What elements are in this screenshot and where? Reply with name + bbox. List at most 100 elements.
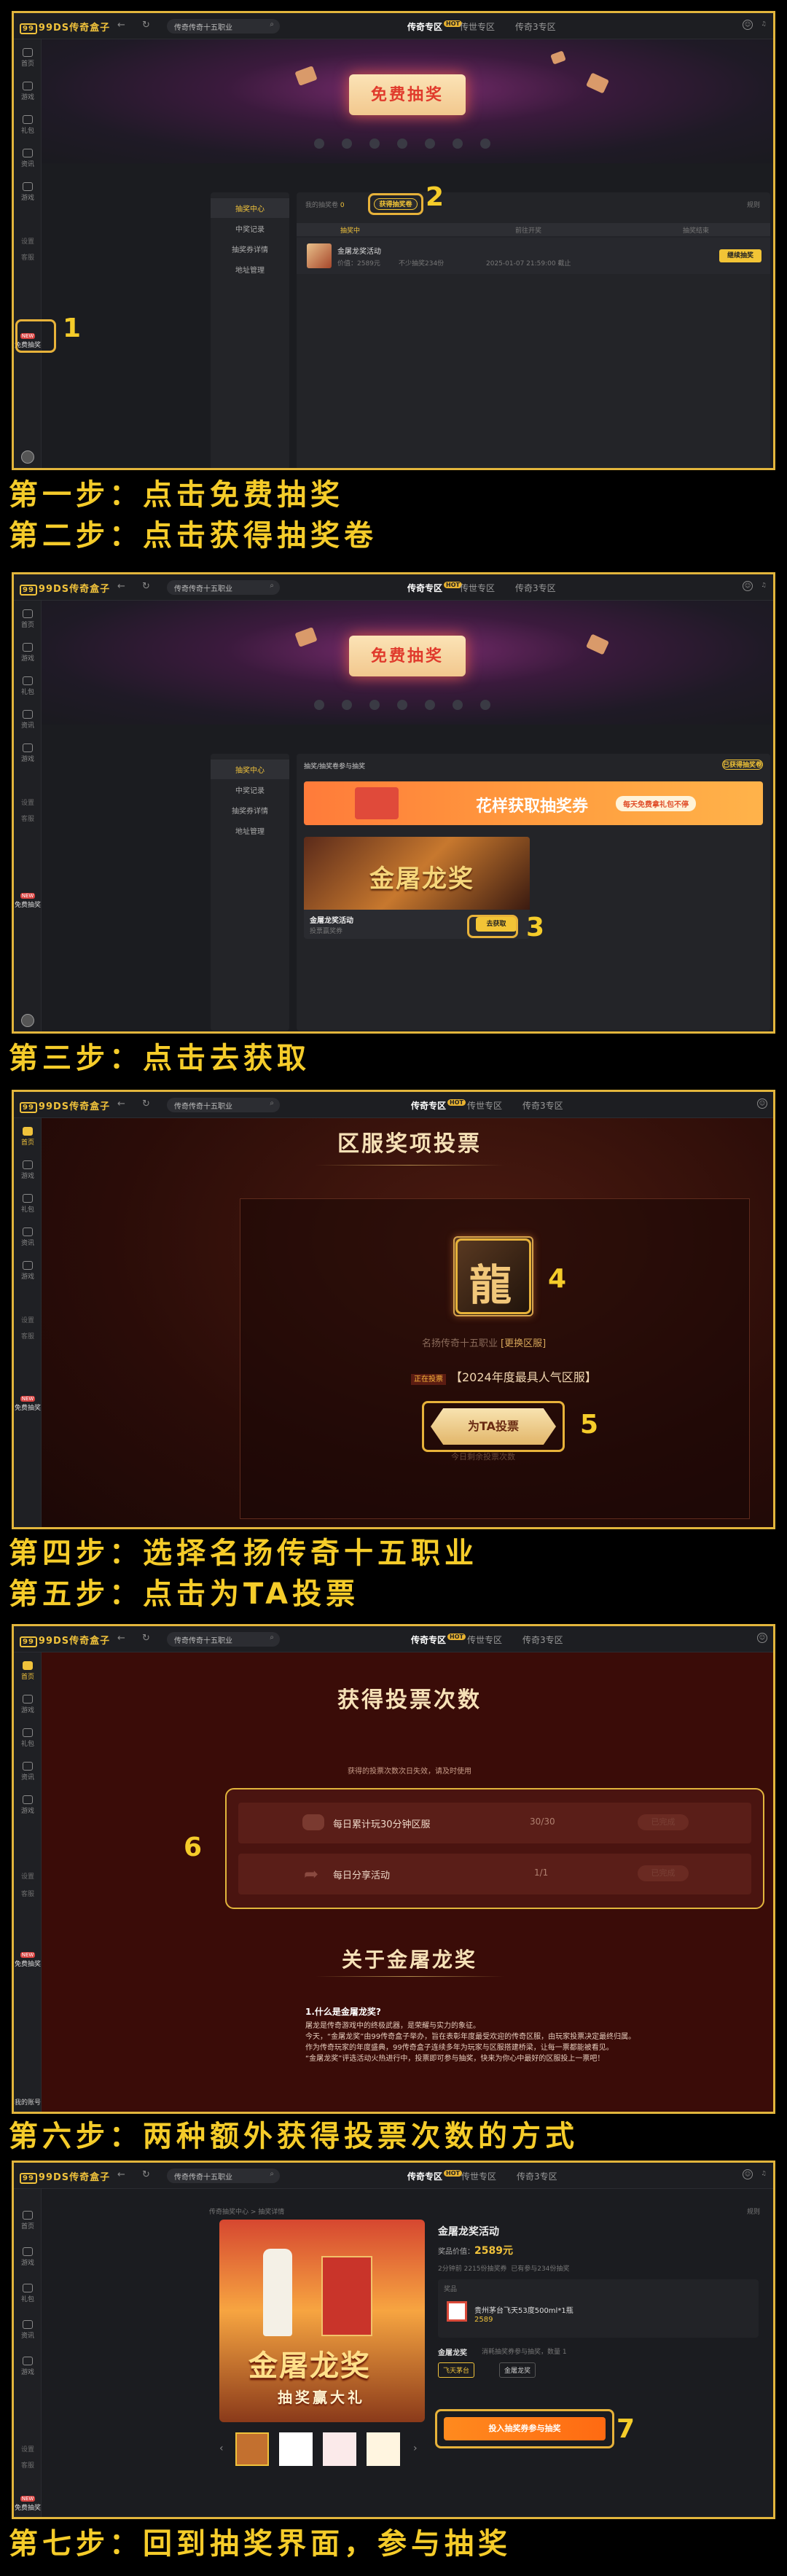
tab-legend[interactable]: 传奇专区 HOT	[411, 1634, 466, 1646]
sidebar-item-gift[interactable]: 礼包	[14, 115, 42, 135]
sidebar-item-home[interactable]: 首页	[14, 1661, 42, 1681]
sidebar-item-play[interactable]: 游戏	[14, 1795, 42, 1815]
thumb-next-icon[interactable]: ›	[413, 2443, 418, 2454]
rules-link[interactable]: 规则	[747, 200, 760, 209]
back-arrow-icon[interactable]: ←	[117, 20, 125, 31]
continue-lottery-button[interactable]: 继续抽奖	[719, 249, 761, 262]
smile-icon[interactable]: ☺	[743, 2169, 753, 2179]
lottery-list-item[interactable]: 金屠龙奖活动 价值：2589元 不少抽奖234份 2025-01-07 21:5…	[297, 238, 770, 274]
task-done-button[interactable]: 已完成	[638, 1865, 689, 1881]
menu-ticket-detail[interactable]: 抽奖券详情	[211, 805, 289, 816]
back-arrow-icon[interactable]: ←	[117, 2169, 125, 2180]
breadcrumb[interactable]: 传奇抽奖中心 > 抽奖详情	[209, 2206, 284, 2216]
sidebar-item-service[interactable]: 客服	[14, 2460, 42, 2470]
sidebar-item-settings[interactable]: 设置	[14, 236, 42, 246]
tab-legend[interactable]: 传奇专区 HOT	[407, 20, 462, 33]
refresh-icon[interactable]: ↻	[142, 20, 150, 31]
promo-banner[interactable]: 花样获取抽奖券 每天免费拿礼包不停	[304, 781, 763, 825]
sidebar-item-games[interactable]: 游戏	[14, 2247, 42, 2267]
thumbnail[interactable]	[367, 2432, 400, 2466]
tab-legend[interactable]: 传奇专区 HOT	[411, 1099, 466, 1112]
menu-address[interactable]: 地址管理	[211, 825, 289, 836]
app-logo[interactable]: 99 99DS传奇盒子	[20, 581, 110, 596]
owned-tickets-button[interactable]: 已获得抽奖卷	[722, 760, 763, 770]
sidebar-item-settings[interactable]: 设置	[14, 797, 42, 807]
sidebar-item-settings[interactable]: 设置	[14, 1871, 42, 1881]
sidebar-item-games[interactable]: 游戏	[14, 1695, 42, 1714]
menu-lottery-center[interactable]: 抽奖中心	[211, 760, 289, 779]
thumbnail[interactable]	[279, 2432, 313, 2466]
sidebar-item-free-lottery[interactable]: NEW 免费抽奖	[14, 1951, 42, 1968]
sidebar-item-home[interactable]: 首页	[14, 48, 42, 68]
sidebar-item-settings[interactable]: 设置	[14, 2444, 42, 2454]
tab-legend3[interactable]: 传奇3专区	[522, 1634, 563, 1646]
app-logo[interactable]: 99 99DS传奇盒子	[20, 20, 110, 34]
menu-address[interactable]: 地址管理	[211, 264, 289, 275]
smile-icon[interactable]: ☺	[757, 1098, 767, 1109]
app-logo[interactable]: 99 99DS传奇盒子	[20, 1633, 110, 1647]
tab-chuanshi[interactable]: 传世专区	[461, 2170, 496, 2182]
sidebar-item-service[interactable]: 客服	[14, 252, 42, 262]
tab-legend[interactable]: 传奇专区 HOT	[407, 2170, 462, 2182]
refresh-icon[interactable]: ↻	[142, 1098, 150, 1109]
refresh-icon[interactable]: ↻	[142, 581, 150, 592]
sidebar-item-home[interactable]: 首页	[14, 609, 42, 629]
refresh-icon[interactable]: ↻	[142, 2169, 150, 2180]
sidebar-item-play[interactable]: 游戏	[14, 182, 42, 202]
tab-legend[interactable]: 传奇专区 HOT	[407, 582, 462, 594]
sidebar-item-news[interactable]: 资讯	[14, 2320, 42, 2340]
tab-legend3[interactable]: 传奇3专区	[517, 2170, 557, 2182]
search-input[interactable]: 传奇传奇十五职业 ⌕	[167, 2169, 280, 2183]
sidebar-item-home[interactable]: 首页	[14, 1127, 42, 1147]
sidebar-item-service[interactable]: 客服	[14, 1889, 42, 1898]
smile-icon[interactable]: ☺	[757, 1633, 767, 1643]
sidebar-item-gift[interactable]: 礼包	[14, 1194, 42, 1214]
sidebar-item-free-lottery[interactable]: NEW 免费抽奖	[14, 1395, 42, 1412]
bell-icon[interactable]: ♫	[759, 2169, 769, 2179]
back-arrow-icon[interactable]: ←	[117, 1098, 125, 1109]
sidebar-item-news[interactable]: 资讯	[14, 1762, 42, 1781]
ticket-chip[interactable]: 飞天茅台	[438, 2362, 475, 2378]
tab-chuanshi[interactable]: 传世专区	[460, 20, 495, 33]
thumb-prev-icon[interactable]: ‹	[219, 2443, 224, 2454]
back-arrow-icon[interactable]: ←	[117, 581, 125, 592]
sidebar-item-play[interactable]: 游戏	[14, 2357, 42, 2376]
tab-legend3[interactable]: 传奇3专区	[515, 20, 556, 33]
smile-icon[interactable]: ☺	[743, 20, 753, 30]
sidebar-item-news[interactable]: 资讯	[14, 1227, 42, 1247]
sidebar-item-news[interactable]: 资讯	[14, 710, 42, 730]
menu-win-records[interactable]: 中奖记录	[211, 223, 289, 234]
tab-legend3[interactable]: 传奇3专区	[522, 1099, 563, 1112]
user-label[interactable]: 我的账号	[14, 2097, 42, 2107]
menu-lottery-center[interactable]: 抽奖中心	[211, 198, 289, 218]
tab-chuanshi[interactable]: 传世专区	[460, 582, 495, 594]
search-input[interactable]: 传奇传奇十五职业 ⌕	[167, 1098, 280, 1112]
ticket-chip[interactable]: 金屠龙奖	[499, 2362, 536, 2378]
task-done-button[interactable]: 已完成	[638, 1814, 689, 1830]
tab-chuanshi[interactable]: 传世专区	[467, 1099, 502, 1112]
sidebar-item-news[interactable]: 资讯	[14, 149, 42, 168]
sidebar-item-free-lottery[interactable]: NEW 免费抽奖	[14, 892, 42, 909]
rules-link[interactable]: 规则	[747, 2206, 760, 2216]
app-logo[interactable]: 99 99DS传奇盒子	[20, 1098, 110, 1113]
avatar[interactable]	[21, 1014, 34, 1027]
sidebar-item-play[interactable]: 游戏	[14, 743, 42, 763]
avatar[interactable]	[21, 450, 34, 464]
bell-icon[interactable]: ♫	[759, 581, 769, 591]
sidebar-item-home[interactable]: 首页	[14, 2211, 42, 2230]
sidebar-item-gift[interactable]: 礼包	[14, 1728, 42, 1748]
search-input[interactable]: 传奇传奇十五职业 ⌕	[167, 1632, 280, 1647]
menu-win-records[interactable]: 中奖记录	[211, 784, 289, 795]
smile-icon[interactable]: ☺	[743, 581, 753, 591]
menu-ticket-detail[interactable]: 抽奖券详情	[211, 243, 289, 254]
search-input[interactable]: 传奇传奇十五职业 ⌕	[167, 19, 280, 34]
search-input[interactable]: 传奇传奇十五职业 ⌕	[167, 580, 280, 595]
sidebar-item-games[interactable]: 游戏	[14, 643, 42, 663]
back-arrow-icon[interactable]: ←	[117, 1633, 125, 1644]
sidebar-item-service[interactable]: 客服	[14, 1331, 42, 1340]
sidebar-item-settings[interactable]: 设置	[14, 1315, 42, 1324]
sidebar-item-play[interactable]: 游戏	[14, 1261, 42, 1281]
bell-icon[interactable]: ♫	[759, 20, 769, 30]
tab-legend3[interactable]: 传奇3专区	[515, 582, 556, 594]
thumbnail[interactable]	[323, 2432, 356, 2466]
